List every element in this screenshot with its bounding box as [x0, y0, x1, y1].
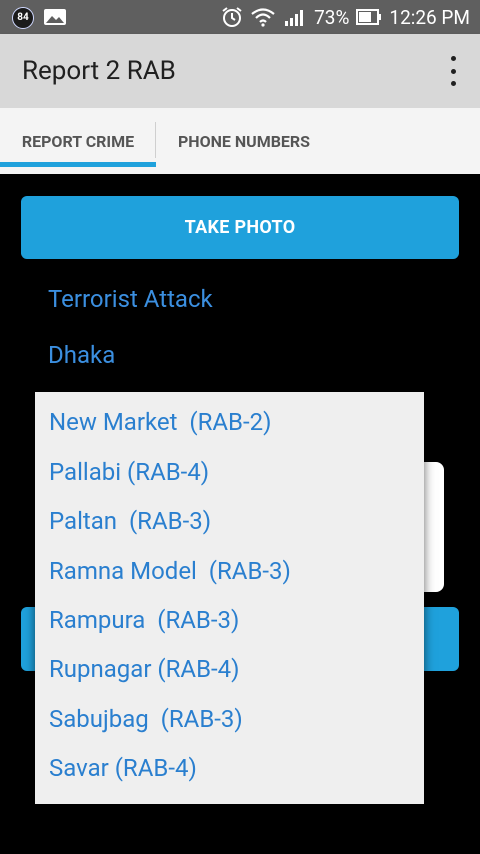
app-title: Report 2 RAB: [22, 56, 176, 86]
dropdown-option[interactable]: Ramna Model (RAB-3): [49, 546, 291, 595]
clock: 12:26 PM: [389, 5, 470, 29]
wifi-icon: [251, 8, 275, 27]
dropdown-option[interactable]: Paltan (RAB-3): [49, 496, 211, 545]
dropdown-option[interactable]: Rampura (RAB-3): [49, 595, 239, 644]
battery-icon: [356, 9, 382, 25]
dropdown-option[interactable]: Pallabi (RAB-4): [49, 447, 209, 496]
dropdown-option[interactable]: Sabujbag (RAB-3): [49, 694, 243, 743]
alarm-icon: [222, 7, 242, 27]
city-spinner[interactable]: Dhaka: [48, 341, 115, 369]
overflow-menu-icon[interactable]: [444, 56, 462, 86]
tab-phone-numbers[interactable]: PHONE NUMBERS: [156, 108, 332, 174]
crime-type-spinner[interactable]: Terrorist Attack: [48, 285, 213, 313]
dropdown-option[interactable]: Rupnagar (RAB-4): [49, 644, 240, 693]
battery-percent: 73%: [314, 5, 350, 29]
tab-indicator: [0, 162, 156, 167]
app-bar: Report 2 RAB: [0, 34, 480, 108]
image-icon: [44, 9, 66, 25]
dropdown-option[interactable]: New Market (RAB-2): [49, 397, 271, 446]
notification-badge: 84: [12, 7, 34, 29]
status-bar: 84 73% 12:26 PM: [0, 0, 480, 34]
signal-icon: [285, 10, 304, 26]
dropdown-option[interactable]: Savar (RAB-4): [49, 743, 197, 792]
take-photo-button[interactable]: TAKE PHOTO: [21, 196, 459, 259]
thana-dropdown: New Market (RAB-2) Pallabi (RAB-4) Palta…: [35, 392, 424, 804]
